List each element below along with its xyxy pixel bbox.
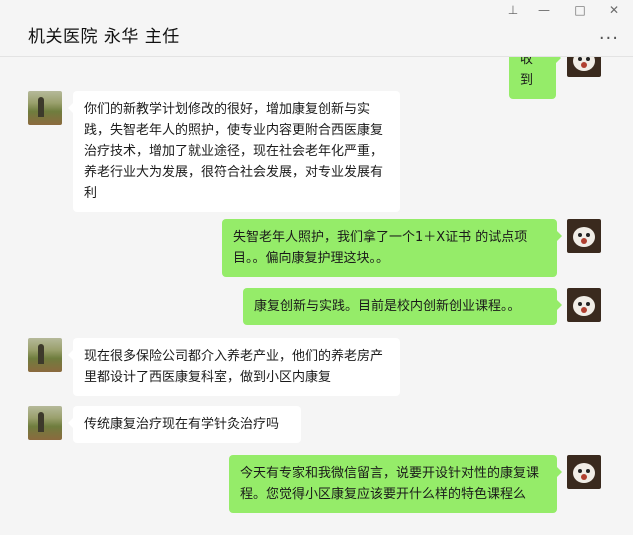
my-avatar[interactable] — [567, 455, 601, 489]
close-icon[interactable]: ✕ — [604, 3, 624, 17]
contact-avatar[interactable] — [28, 406, 62, 440]
message-bubble-incoming[interactable]: 传统康复治疗现在有学针灸治疗吗 — [68, 406, 301, 443]
message-list[interactable]: 收到 你们的新教学计划修改的很好，增加康复创新与实践，失智老年人的照护，使专业内… — [0, 57, 633, 535]
my-avatar[interactable] — [567, 219, 601, 253]
minimize-icon[interactable]: — — [534, 3, 554, 17]
more-options-icon[interactable]: ··· — [599, 28, 619, 49]
contact-avatar[interactable] — [28, 338, 62, 372]
my-avatar[interactable] — [567, 57, 601, 77]
chat-header: 机关医院 永华 主任 ⊥ — □ ✕ ··· — [0, 0, 633, 57]
pin-icon[interactable]: ⊥ — [503, 3, 523, 17]
message-bubble-incoming[interactable]: 你们的新教学计划修改的很好，增加康复创新与实践，失智老年人的照护，使专业内容更附… — [68, 91, 400, 212]
message-bubble-outgoing[interactable]: 收到 — [509, 57, 561, 99]
message-bubble-outgoing[interactable]: 失智老年人照护，我们拿了一个1＋X证书 的试点项目。。偏向康复护理这块。。 — [222, 219, 562, 277]
my-avatar[interactable] — [567, 288, 601, 322]
contact-avatar[interactable] — [28, 91, 62, 125]
message-bubble-outgoing[interactable]: 今天有专家和我微信留言，说要开设针对性的康复课程。您觉得小区康复应该要开什么样的… — [229, 455, 562, 513]
chat-title: 机关医院 永华 主任 — [28, 27, 180, 47]
message-bubble-outgoing[interactable]: 康复创新与实践。目前是校内创新创业课程。。 — [243, 288, 562, 325]
message-bubble-incoming[interactable]: 现在很多保险公司都介入养老产业，他们的养老房产里都设计了西医康复科室，做到小区内… — [68, 338, 400, 396]
maximize-icon[interactable]: □ — [570, 3, 590, 17]
